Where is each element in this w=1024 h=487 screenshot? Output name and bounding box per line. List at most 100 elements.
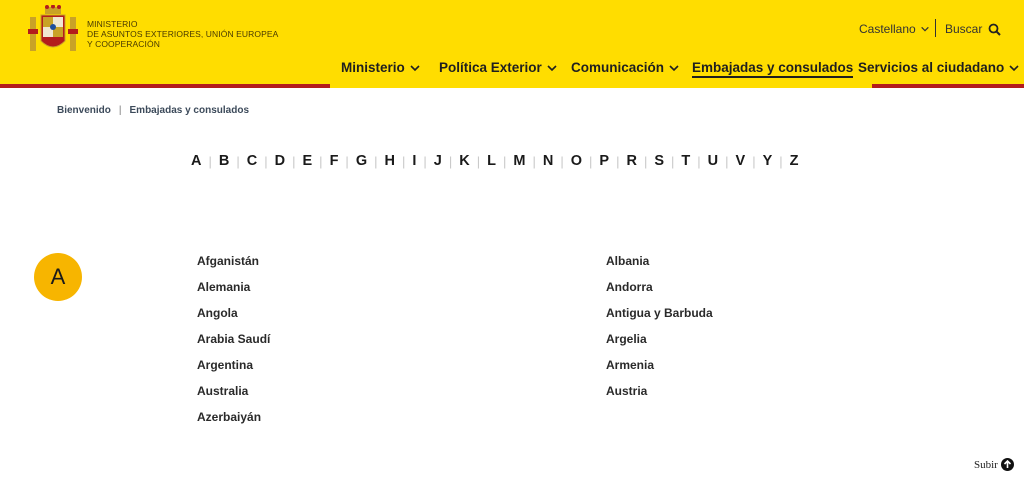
alphabet-letter-o[interactable]: O xyxy=(570,153,583,169)
search-label: Buscar xyxy=(945,22,983,36)
alphabet-separator: | xyxy=(401,153,406,169)
alphabet-letter-r[interactable]: R xyxy=(625,153,637,169)
country-link[interactable]: Argelia xyxy=(606,332,713,358)
alphabet-letter-j[interactable]: J xyxy=(433,153,443,169)
chevron-down-icon xyxy=(669,64,679,71)
alphabet-separator: | xyxy=(374,153,378,169)
alphabet-separator: | xyxy=(319,153,323,169)
header-accent-bar xyxy=(330,84,872,88)
nav-item-servicios-ciudadano[interactable]: Servicios al ciudadano xyxy=(858,60,1020,75)
alphabet-letter-v[interactable]: V xyxy=(735,153,747,169)
alphabet-letter-y[interactable]: Y xyxy=(762,153,774,169)
country-link[interactable]: Angola xyxy=(197,306,270,332)
alphabet-separator: | xyxy=(589,153,593,169)
nav-label: Comunicación xyxy=(571,60,665,75)
search-button[interactable]: Buscar xyxy=(945,22,1002,36)
header-accent-bar xyxy=(872,84,1024,88)
site-header: MINISTERIO DE ASUNTOS EXTERIORES, UNIÓN … xyxy=(0,0,1024,84)
header-divider xyxy=(935,19,936,37)
search-icon xyxy=(988,23,1002,36)
alphabet-separator: | xyxy=(208,153,212,169)
breadcrumb-current[interactable]: Embajadas y consulados xyxy=(130,105,250,116)
alphabet-letter-l[interactable]: L xyxy=(486,153,497,169)
alphabet-separator: | xyxy=(725,153,729,169)
nav-label: Política Exterior xyxy=(439,60,542,75)
chevron-down-icon xyxy=(920,26,929,32)
nav-item-embajadas-consulados[interactable]: Embajadas y consulados xyxy=(692,60,854,78)
chevron-down-icon xyxy=(410,64,420,71)
alphabet-separator: | xyxy=(502,153,507,169)
alphabet-letter-t[interactable]: T xyxy=(680,153,691,169)
alphabet-separator: | xyxy=(671,153,675,169)
country-list-left: Afganistán Alemania Angola Arabia Saudí … xyxy=(197,254,270,436)
alphabet-separator: | xyxy=(264,153,268,169)
country-link[interactable]: Armenia xyxy=(606,358,713,384)
nav-item-comunicacion[interactable]: Comunicación xyxy=(571,60,680,75)
alphabet-index: A | B | C | D | E | F | G | H | I | J | K | L | M | N | O | P | R | S | T | U |… xyxy=(190,153,800,169)
alphabet-separator: | xyxy=(448,153,453,169)
ministry-line-3: Y COOPERACIÓN xyxy=(87,39,160,49)
country-link[interactable]: Azerbaiyán xyxy=(197,410,270,436)
back-to-top-button[interactable]: Subir xyxy=(974,458,1014,471)
nav-item-politica-exterior[interactable]: Política Exterior xyxy=(439,60,558,75)
alphabet-separator: | xyxy=(779,153,783,169)
chevron-down-icon xyxy=(1009,64,1019,71)
language-selector[interactable]: Castellano xyxy=(859,22,930,36)
alphabet-letter-b[interactable]: B xyxy=(218,153,230,169)
alphabet-separator: | xyxy=(616,153,620,169)
country-link[interactable]: Afganistán xyxy=(197,254,270,280)
alphabet-letter-f[interactable]: F xyxy=(329,153,340,169)
alphabet-separator: | xyxy=(236,153,240,169)
alphabet-letter-s[interactable]: S xyxy=(653,153,665,169)
alphabet-separator: | xyxy=(345,153,349,169)
country-link[interactable]: Argentina xyxy=(197,358,270,384)
country-link[interactable]: Alemania xyxy=(197,280,270,306)
alphabet-letter-k[interactable]: K xyxy=(458,153,470,169)
ministry-line-2: DE ASUNTOS EXTERIORES, UNIÓN EUROPEA xyxy=(87,29,279,39)
ministry-name[interactable]: MINISTERIO DE ASUNTOS EXTERIORES, UNIÓN … xyxy=(87,19,278,49)
alphabet-separator: | xyxy=(476,153,481,169)
breadcrumb-separator: | xyxy=(118,105,122,116)
country-link[interactable]: Austria xyxy=(606,384,713,410)
arrow-up-circle-icon xyxy=(1000,458,1014,471)
alphabet-letter-z[interactable]: Z xyxy=(789,153,800,169)
nav-label: Servicios al ciudadano xyxy=(858,60,1005,75)
alphabet-letter-n[interactable]: N xyxy=(542,153,554,169)
country-link[interactable]: Australia xyxy=(197,384,270,410)
alphabet-letter-a[interactable]: A xyxy=(190,153,202,169)
main-navigation: Ministerio Política Exterior Comunicació… xyxy=(0,60,1024,80)
header-accent-bar xyxy=(0,84,330,88)
country-link[interactable]: Antigua y Barbuda xyxy=(606,306,713,332)
country-link[interactable]: Albania xyxy=(606,254,713,280)
ministry-line-1: MINISTERIO xyxy=(87,19,138,29)
alphabet-separator: | xyxy=(560,153,564,169)
breadcrumb: Bienvenido | Embajadas y consulados xyxy=(57,105,249,116)
language-label: Castellano xyxy=(859,22,916,36)
country-link[interactable]: Arabia Saudí xyxy=(197,332,270,358)
alphabet-letter-c[interactable]: C xyxy=(246,153,258,169)
alphabet-letter-p[interactable]: P xyxy=(598,153,610,169)
alphabet-letter-u[interactable]: U xyxy=(707,153,719,169)
alphabet-separator: | xyxy=(423,153,427,169)
country-link[interactable]: Andorra xyxy=(606,280,713,306)
nav-item-ministerio[interactable]: Ministerio xyxy=(341,60,421,75)
alphabet-separator: | xyxy=(752,153,756,169)
section-letter-badge: A xyxy=(34,253,82,301)
chevron-down-icon xyxy=(547,64,557,71)
nav-label: Embajadas y consulados xyxy=(692,60,854,75)
alphabet-separator: | xyxy=(532,153,536,169)
nav-label: Ministerio xyxy=(341,60,405,75)
alphabet-separator: | xyxy=(643,153,648,169)
coat-of-arms-logo[interactable] xyxy=(27,5,79,55)
alphabet-letter-i[interactable]: I xyxy=(411,153,417,169)
alphabet-letter-g[interactable]: G xyxy=(355,153,368,169)
back-to-top-label: Subir xyxy=(974,458,998,471)
alphabet-separator: | xyxy=(697,153,701,169)
alphabet-letter-m[interactable]: M xyxy=(512,153,526,169)
alphabet-letter-d[interactable]: D xyxy=(274,153,286,169)
alphabet-letter-h[interactable]: H xyxy=(383,153,395,169)
alphabet-separator: | xyxy=(292,153,296,169)
breadcrumb-home-link[interactable]: Bienvenido xyxy=(57,105,111,116)
country-list-right: Albania Andorra Antigua y Barbuda Argeli… xyxy=(606,254,713,410)
alphabet-letter-e[interactable]: E xyxy=(302,153,314,169)
